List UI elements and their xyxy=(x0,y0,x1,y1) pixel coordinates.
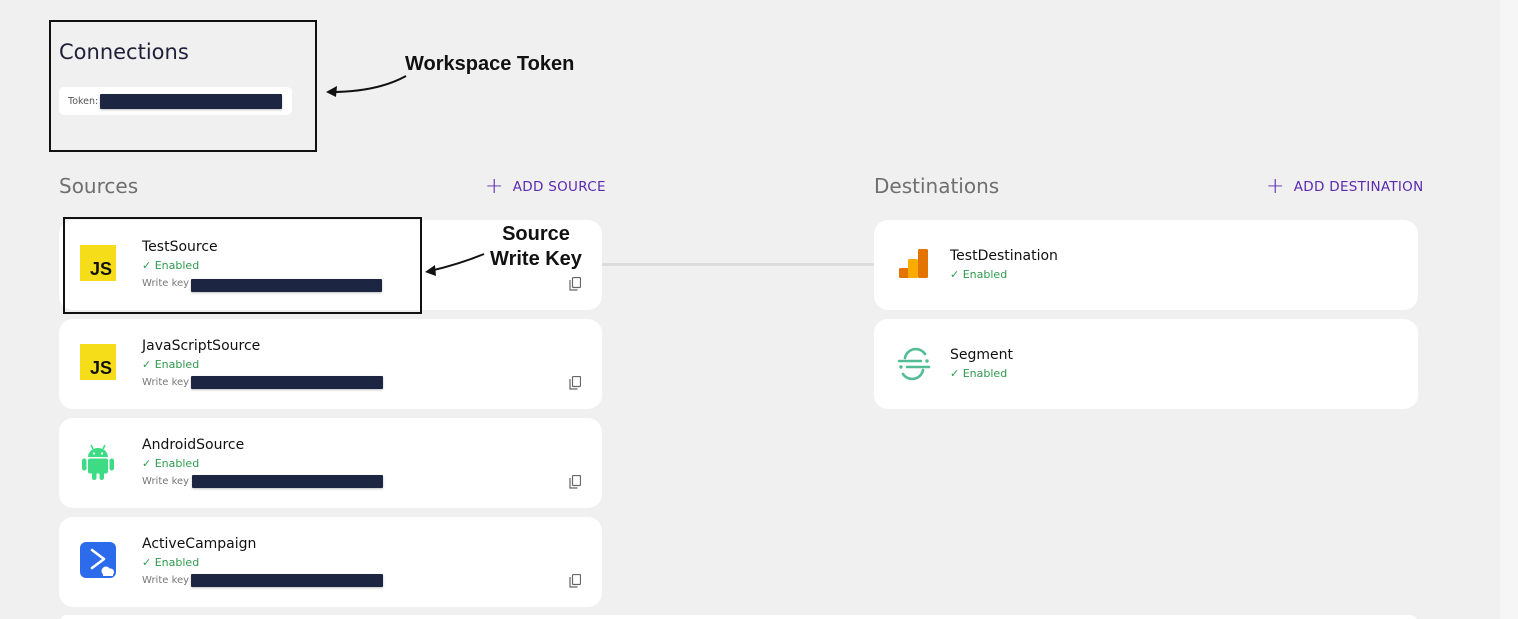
js-icon: JS xyxy=(80,344,116,380)
status-badge: ✓ Enabled xyxy=(142,556,200,569)
source-card-javascriptsource[interactable]: JS JavaScriptSource ✓ Enabled Write key xyxy=(59,319,602,409)
add-source-label: ADD SOURCE xyxy=(512,179,606,195)
status-badge: ✓ Enabled xyxy=(142,358,200,371)
plus-icon: + xyxy=(485,174,504,199)
add-destination-button[interactable]: + ADD DESTINATION xyxy=(1266,174,1424,199)
source-write-key-arrow-icon xyxy=(425,253,485,276)
source-card-activecampaign[interactable]: ActiveCampaign ✓ Enabled Write key xyxy=(59,517,602,607)
add-source-button[interactable]: + ADD SOURCE xyxy=(485,174,606,199)
copy-icon[interactable] xyxy=(569,574,581,588)
destinations-title: Destinations xyxy=(874,174,1000,198)
page-edge xyxy=(1500,0,1518,619)
workspace-token-annotation: Workspace Token xyxy=(405,53,575,75)
source-card-partial xyxy=(59,615,1418,619)
source-name: ActiveCampaign xyxy=(142,536,257,552)
status-badge: ✓ Enabled xyxy=(950,268,1008,281)
destination-name: TestDestination xyxy=(950,248,1058,264)
plus-icon: + xyxy=(1266,174,1285,199)
write-key-label: Write key xyxy=(142,476,190,487)
copy-icon[interactable] xyxy=(569,475,581,489)
destination-card-segment[interactable]: Segment ✓ Enabled xyxy=(874,319,1418,409)
status-badge: ✓ Enabled xyxy=(950,367,1008,380)
destination-name: Segment xyxy=(950,347,1013,363)
copy-icon[interactable] xyxy=(569,376,581,390)
status-badge: ✓ Enabled xyxy=(142,457,200,470)
source-write-key-highlight-box xyxy=(63,217,422,314)
google-analytics-icon xyxy=(899,249,928,278)
write-key-redaction xyxy=(191,376,383,389)
sources-title: Sources xyxy=(59,174,139,198)
source-name: JavaScriptSource xyxy=(142,338,261,354)
destination-card-testdestination[interactable]: TestDestination ✓ Enabled xyxy=(874,220,1418,310)
write-key-label: Write key xyxy=(142,575,190,586)
write-key-redaction xyxy=(192,475,383,488)
segment-icon xyxy=(897,347,931,381)
add-destination-label: ADD DESTINATION xyxy=(1293,179,1424,195)
copy-icon[interactable] xyxy=(569,277,581,291)
source-card-androidsource[interactable]: AndroidSource ✓ Enabled Write key xyxy=(59,418,602,508)
activecampaign-icon xyxy=(80,542,116,578)
source-name: AndroidSource xyxy=(142,437,245,453)
workspace-token-highlight-box xyxy=(49,20,317,152)
write-key-redaction xyxy=(191,574,383,587)
source-write-key-annotation: Source Write Key xyxy=(490,223,582,270)
workspace-token-arrow-icon xyxy=(326,75,407,97)
android-icon xyxy=(82,444,114,480)
write-key-label: Write key xyxy=(142,377,190,388)
connection-line xyxy=(602,263,874,266)
